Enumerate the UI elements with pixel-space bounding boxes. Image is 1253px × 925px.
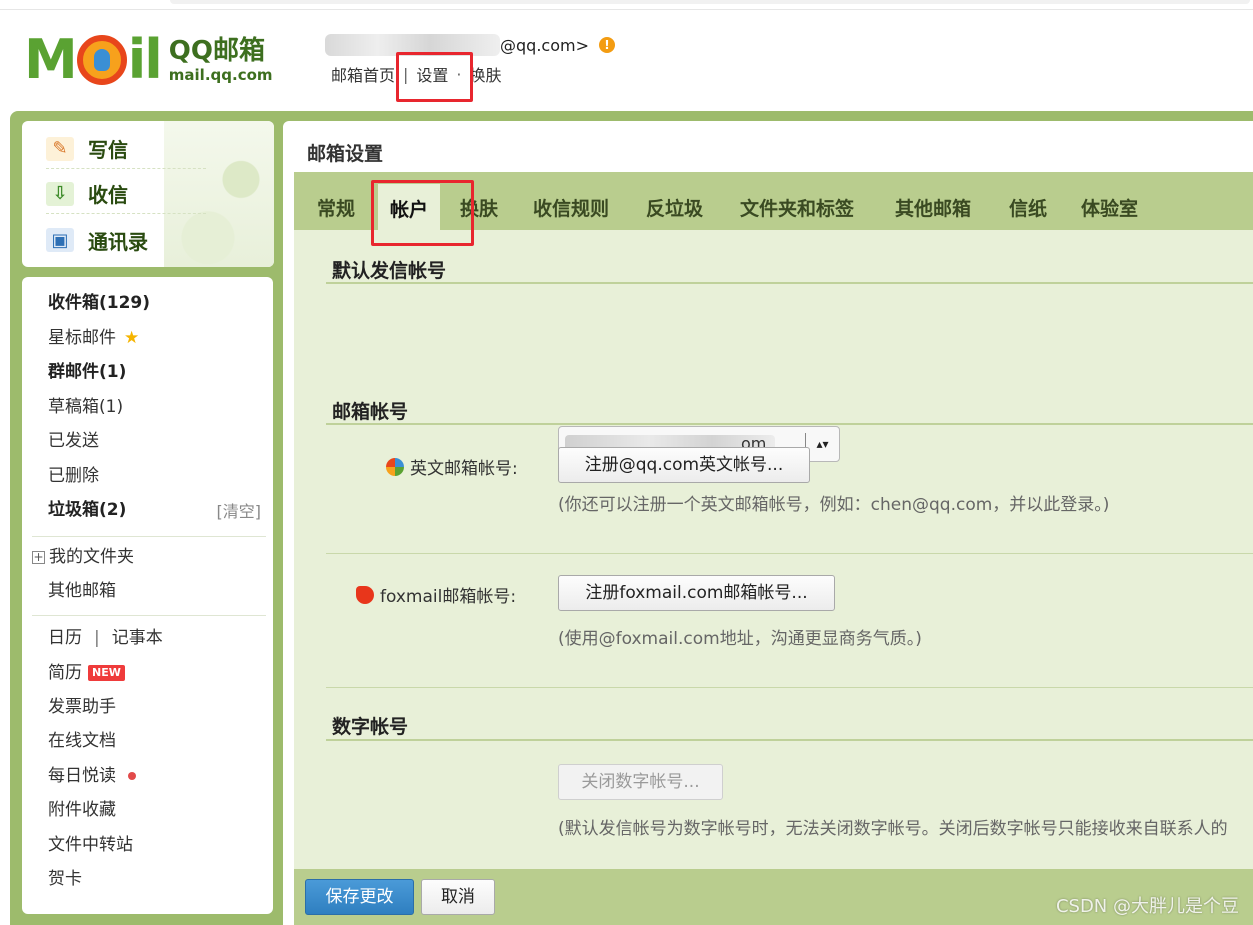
folder-sent[interactable]: 已发送 bbox=[48, 428, 99, 454]
folder-deleted[interactable]: 已删除 bbox=[48, 463, 99, 489]
folder-inbox[interactable]: 收件箱(129) bbox=[48, 290, 150, 316]
transfer-link[interactable]: 文件中转站 bbox=[48, 832, 133, 858]
save-button[interactable]: 保存更改 bbox=[305, 879, 414, 915]
warning-icon[interactable]: ! bbox=[598, 37, 615, 53]
foxmail-account-hint: (使用@foxmail.com地址，沟通更显商务气质。) bbox=[558, 629, 922, 649]
english-account-label: 英文邮箱帐号: bbox=[386, 454, 518, 479]
tab-folders-labels[interactable]: 文件夹和标签 bbox=[740, 194, 854, 221]
folder-spam[interactable]: 垃圾箱(2) bbox=[48, 497, 126, 523]
my-folders-label: 我的文件夹 bbox=[49, 547, 134, 567]
new-badge: NEW bbox=[88, 665, 125, 681]
resume-label: 简历 bbox=[48, 663, 82, 683]
digit-account-hint: (默认发信帐号为数字帐号时，无法关闭数字帐号。关闭后数字帐号只能接收来自联系人的 bbox=[558, 819, 1228, 839]
account-tab-highlight-box bbox=[371, 180, 474, 246]
section-divider bbox=[326, 739, 1253, 741]
section-divider bbox=[326, 423, 1253, 425]
calendar-link[interactable]: 日历 bbox=[48, 625, 82, 651]
account-suffix: @qq.com> bbox=[500, 35, 589, 55]
other-mailbox[interactable]: 其他邮箱 bbox=[48, 578, 116, 604]
folder-list: 收件箱(129) 星标邮件 ★ 群邮件(1) 草稿箱(1) 已发送 已删除 垃圾… bbox=[22, 277, 273, 914]
logo-il: il bbox=[127, 28, 163, 91]
qqmail-logo[interactable]: M il QQ邮箱 mail.qq.com bbox=[24, 30, 273, 90]
select-arrows-icon: ▴▾ bbox=[805, 433, 839, 455]
close-digit-account-button[interactable]: 关闭数字帐号... bbox=[558, 764, 723, 800]
register-foxmail-account-button[interactable]: 注册foxmail.com邮箱帐号... bbox=[558, 575, 835, 611]
invoice-link[interactable]: 发票助手 bbox=[48, 694, 116, 720]
expand-plus-icon[interactable]: + bbox=[32, 550, 45, 564]
row-divider bbox=[326, 553, 1253, 554]
divider bbox=[32, 536, 266, 537]
pencil-icon: ✎ bbox=[46, 136, 74, 161]
english-account-hint: (你还可以注册一个英文邮箱帐号，例如：chen@qq.com，并以此登录。) bbox=[558, 495, 1110, 515]
tab-lab[interactable]: 体验室 bbox=[1081, 194, 1138, 221]
register-english-account-button[interactable]: 注册@qq.com英文帐号... bbox=[558, 447, 810, 483]
section-mail-accounts: 邮箱帐号 bbox=[332, 401, 409, 423]
link-skin[interactable]: 换肤 bbox=[470, 62, 502, 86]
cards-link[interactable]: 贺卡 bbox=[48, 866, 82, 892]
foxmail-icon bbox=[356, 585, 374, 604]
receive-button[interactable]: ⇩ 收信 bbox=[46, 174, 206, 214]
star-icon: ★ bbox=[124, 328, 140, 348]
folder-starred[interactable]: 星标邮件 ★ bbox=[48, 325, 139, 351]
english-account-text: 英文邮箱帐号: bbox=[410, 459, 518, 479]
foxmail-account-label: foxmail邮箱帐号: bbox=[356, 582, 516, 607]
settings-highlight-box bbox=[396, 52, 473, 102]
inbox-download-icon: ⇩ bbox=[46, 181, 74, 206]
attachments-link[interactable]: 附件收藏 bbox=[48, 797, 116, 823]
section-digit-account: 数字帐号 bbox=[332, 716, 409, 738]
contacts-label: 通讯录 bbox=[88, 229, 148, 254]
browser-top-edge bbox=[0, 0, 1253, 10]
tab-anti-spam[interactable]: 反垃圾 bbox=[646, 194, 703, 221]
tab-stationery[interactable]: 信纸 bbox=[1009, 194, 1047, 221]
tab-other-mailbox[interactable]: 其他邮箱 bbox=[895, 194, 971, 221]
tab-general[interactable]: 常规 bbox=[317, 194, 355, 221]
clear-spam-link[interactable]: [清空] bbox=[217, 498, 262, 522]
foxmail-account-text: foxmail邮箱帐号: bbox=[380, 587, 517, 607]
address-bar-edge bbox=[170, 0, 1250, 4]
notes-link[interactable]: 记事本 bbox=[112, 625, 163, 651]
unread-dot-icon bbox=[128, 772, 136, 780]
notes-separator: | bbox=[94, 628, 100, 648]
logo-penguin-o bbox=[76, 35, 127, 85]
daily-read-link[interactable]: 每日悦读 bbox=[48, 763, 136, 789]
folder-group[interactable]: 群邮件(1) bbox=[48, 359, 126, 385]
daily-read-label: 每日悦读 bbox=[48, 766, 116, 786]
quick-actions-panel: ✎ 写信 ⇩ 收信 ▣ 通讯录 bbox=[22, 121, 274, 267]
brand-url: mail.qq.com bbox=[168, 66, 273, 84]
link-mail-home[interactable]: 邮箱首页 bbox=[331, 62, 395, 86]
row-divider bbox=[326, 687, 1253, 688]
compose-label: 写信 bbox=[88, 138, 128, 162]
receive-label: 收信 bbox=[88, 183, 128, 207]
csdn-watermark: CSDN @大胖儿是个豆 bbox=[1055, 896, 1239, 917]
section-divider bbox=[326, 282, 1253, 284]
brand-text: QQ邮箱 mail.qq.com bbox=[169, 36, 273, 84]
contact-card-icon: ▣ bbox=[46, 228, 74, 252]
tab-receive-rules[interactable]: 收信规则 bbox=[533, 194, 609, 221]
folder-starred-label: 星标邮件 bbox=[48, 328, 116, 348]
logo-m: M bbox=[24, 28, 78, 91]
resume-link[interactable]: 简历 NEW bbox=[48, 660, 125, 686]
page-title: 邮箱设置 bbox=[307, 143, 384, 165]
calendar-notes-row: 日历 | 记事本 bbox=[48, 625, 163, 651]
folder-drafts[interactable]: 草稿箱(1) bbox=[48, 394, 123, 420]
brand-name: QQ邮箱 bbox=[168, 36, 265, 66]
docs-link[interactable]: 在线文档 bbox=[48, 728, 116, 754]
contacts-button[interactable]: ▣ 通讯录 bbox=[46, 220, 206, 260]
cancel-button[interactable]: 取消 bbox=[421, 879, 495, 915]
section-default-sender: 默认发信帐号 bbox=[332, 260, 447, 282]
divider bbox=[32, 615, 266, 616]
compose-button[interactable]: ✎ 写信 bbox=[46, 129, 206, 169]
settings-content: 常规 帐户 换肤 收信规则 反垃圾 文件夹和标签 其他邮箱 信纸 体验室 默认发… bbox=[294, 172, 1253, 869]
my-folders[interactable]: + 我的文件夹 bbox=[32, 544, 134, 570]
qqmail-small-icon bbox=[386, 457, 404, 476]
